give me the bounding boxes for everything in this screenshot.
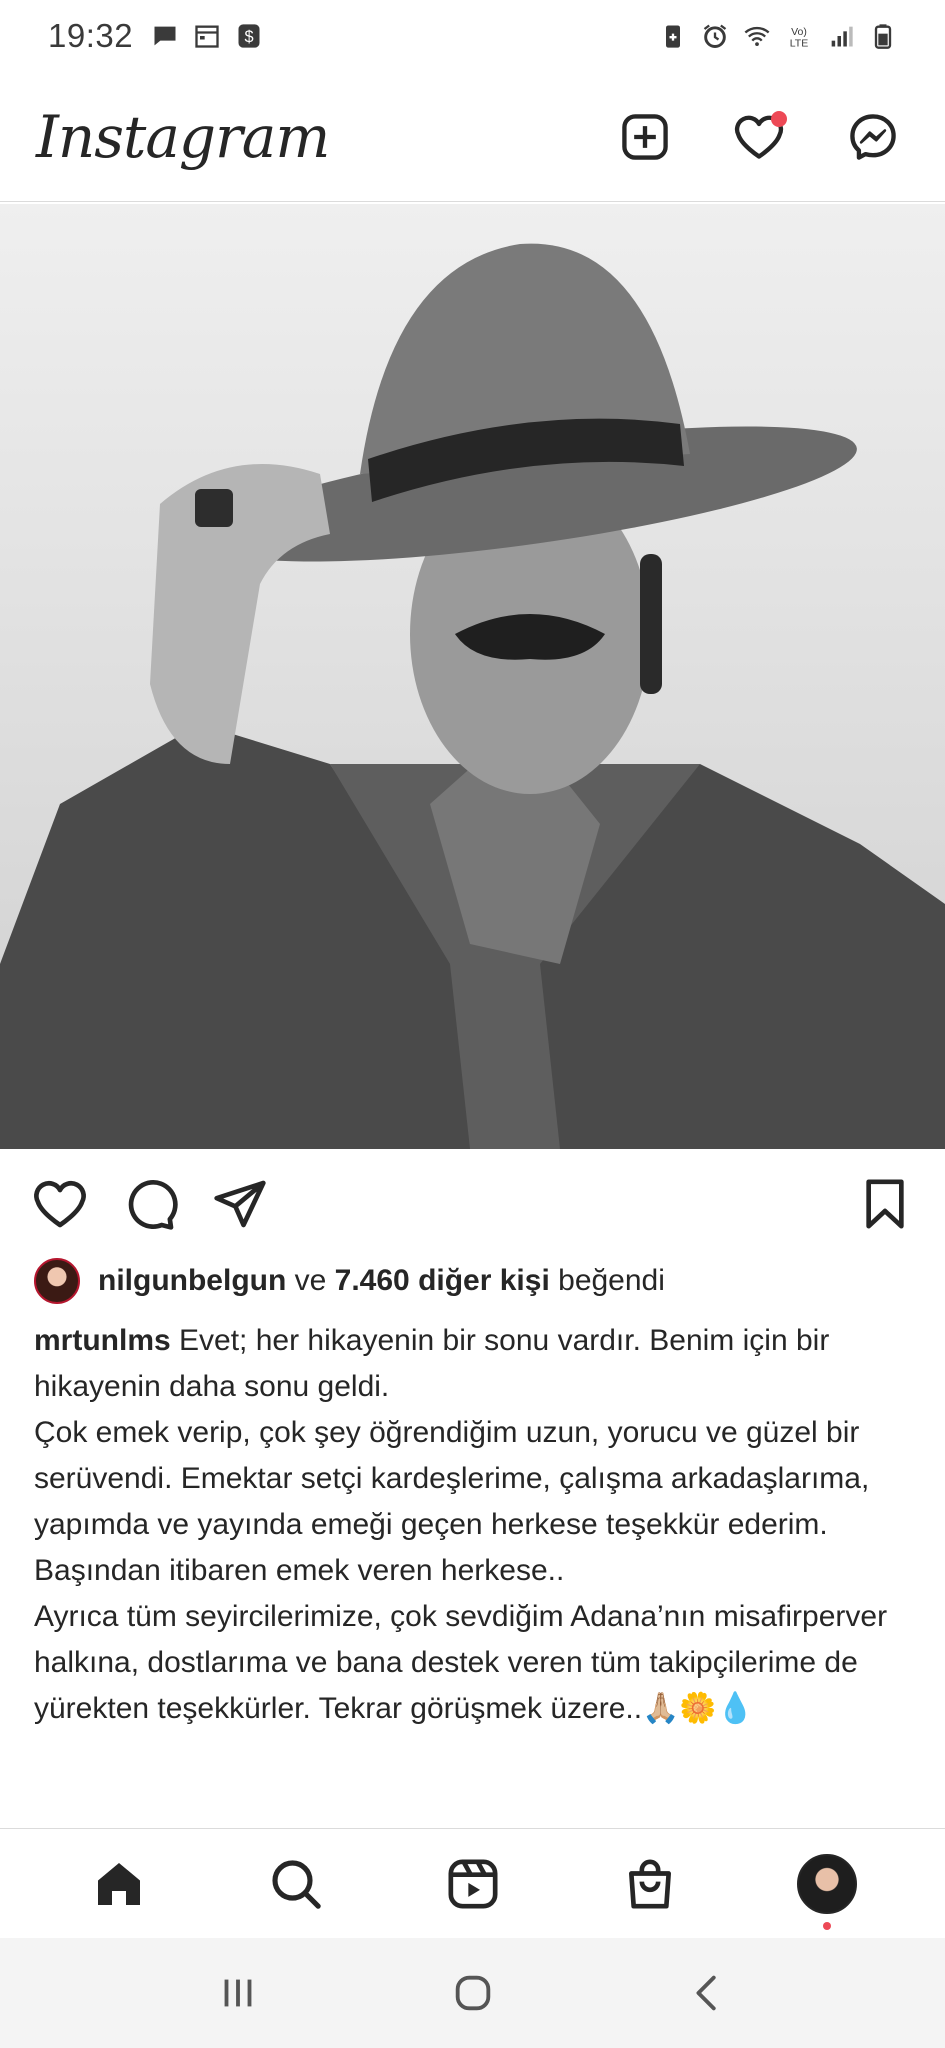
home-icon[interactable] xyxy=(89,1854,149,1914)
header-actions xyxy=(617,109,909,165)
like-icon[interactable] xyxy=(30,1174,90,1234)
notification-dot xyxy=(771,110,787,127)
caption-username[interactable]: mrtunlms xyxy=(34,1324,171,1357)
status-left-icons: $ xyxy=(151,22,263,50)
svg-text:$: $ xyxy=(245,28,254,46)
status-time: 19:32 xyxy=(48,17,134,54)
shop-icon[interactable] xyxy=(620,1854,680,1914)
liker-avatar[interactable] xyxy=(34,1258,80,1304)
volte-icon: Vo) LTE xyxy=(785,22,813,50)
likes-suffix: beğendi xyxy=(549,1264,665,1297)
system-nav-bar xyxy=(0,1938,945,2048)
status-bar: 19:32 $ Vo) LTE xyxy=(0,0,945,72)
caption-text-3: Ayrıca tüm seyircilerimize, çok sevdiğim… xyxy=(34,1600,888,1725)
post-actions xyxy=(0,1164,945,1244)
profile-notification-dot xyxy=(822,1921,831,1930)
calendar-icon xyxy=(193,22,221,50)
save-battery-icon xyxy=(659,22,687,50)
home-button-icon[interactable] xyxy=(445,1965,501,2021)
post-photo[interactable] xyxy=(0,204,945,1149)
message-icon xyxy=(151,22,179,50)
reels-icon[interactable] xyxy=(443,1854,503,1914)
battery-icon xyxy=(869,22,897,50)
post-caption: mrtunlms Evet; her hikayenin bir sonu va… xyxy=(34,1318,914,1732)
comment-icon[interactable] xyxy=(120,1174,180,1234)
signal-icon xyxy=(827,22,855,50)
bottom-nav xyxy=(0,1828,945,1938)
status-right-icons: Vo) LTE xyxy=(659,22,897,50)
instagram-logo[interactable]: Instagram xyxy=(36,103,330,171)
caption-text-2: Çok emek verip, çok şey öğrendiğim uzun,… xyxy=(34,1416,870,1587)
liker-username[interactable]: nilgunbelgun xyxy=(98,1264,286,1298)
caption-paragraph-1: mrtunlms Evet; her hikayenin bir sonu va… xyxy=(34,1318,914,1410)
wifi-icon xyxy=(743,22,771,50)
post-photo-illustration xyxy=(0,204,945,1149)
messenger-icon[interactable] xyxy=(845,109,901,165)
new-post-icon[interactable] xyxy=(617,109,673,165)
likes-connector: ve xyxy=(286,1264,335,1297)
app-header: Instagram xyxy=(0,72,945,202)
profile-avatar[interactable] xyxy=(796,1853,857,1930)
search-icon[interactable] xyxy=(266,1854,326,1914)
likes-row[interactable]: nilgunbelgun ve 7.460 diğer kişi beğendi xyxy=(34,1256,665,1306)
heart-icon[interactable] xyxy=(731,109,787,165)
dollar-icon: $ xyxy=(235,22,263,50)
svg-text:Vo): Vo) xyxy=(791,26,807,38)
svg-text:LTE: LTE xyxy=(790,38,808,50)
recents-icon[interactable] xyxy=(210,1965,266,2021)
back-icon[interactable] xyxy=(680,1965,736,2021)
save-icon[interactable] xyxy=(855,1174,915,1234)
alarm-icon xyxy=(701,22,729,50)
profile-avatar-image xyxy=(796,1853,857,1914)
likes-count[interactable]: 7.460 diğer kişi xyxy=(335,1264,550,1298)
share-icon[interactable] xyxy=(210,1174,270,1234)
